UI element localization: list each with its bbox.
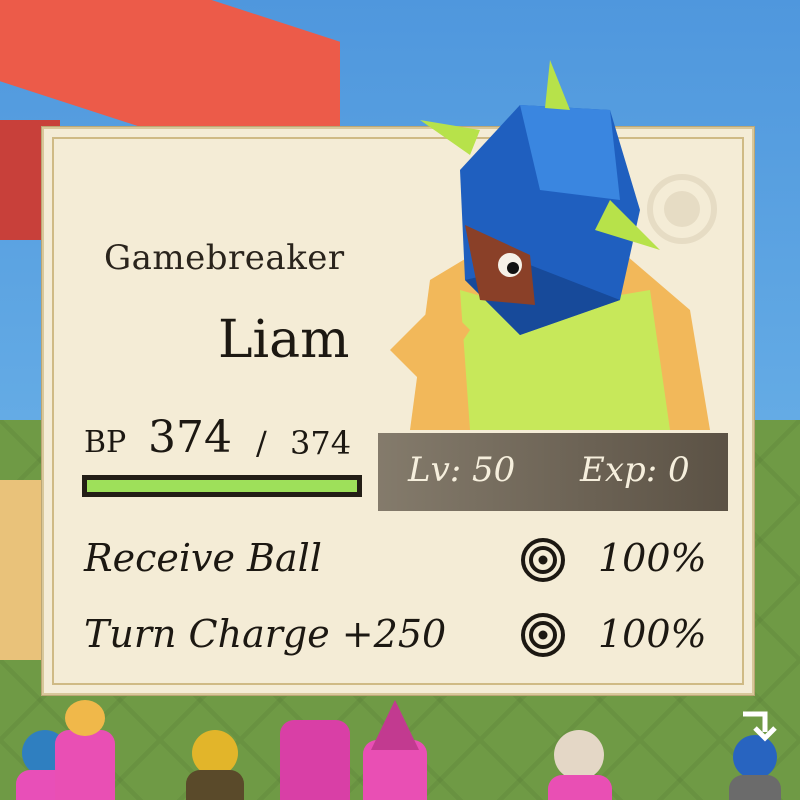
skill-percent: 100% [598, 612, 707, 656]
bp-label: BP [84, 425, 127, 460]
unit-magenta[interactable] [270, 700, 360, 800]
unit-pink[interactable] [45, 700, 125, 800]
bp-bar-fill [87, 480, 357, 492]
unit-headband[interactable] [540, 715, 620, 800]
bp-separator: / [256, 424, 267, 462]
unit-witch-hat[interactable] [355, 700, 435, 800]
skill-name: Receive Ball [84, 536, 322, 580]
target-icon [521, 538, 565, 582]
target-icon [521, 613, 565, 657]
level-text: Lv: 50 [408, 450, 516, 490]
bp-max: 374 [290, 424, 352, 462]
unit-name: Liam [218, 310, 350, 370]
exp-text: Exp: 0 [580, 450, 690, 490]
unit-gold-helmet[interactable] [180, 720, 250, 800]
skill-percent: 100% [598, 536, 707, 580]
skill-name: Turn Charge +250 [84, 612, 447, 656]
unit-class-title: Gamebreaker [104, 238, 345, 278]
character-portrait [390, 60, 710, 430]
bp-current: 374 [148, 412, 232, 463]
chevron-down-icon[interactable] [735, 708, 779, 752]
bp-bar [82, 475, 362, 497]
